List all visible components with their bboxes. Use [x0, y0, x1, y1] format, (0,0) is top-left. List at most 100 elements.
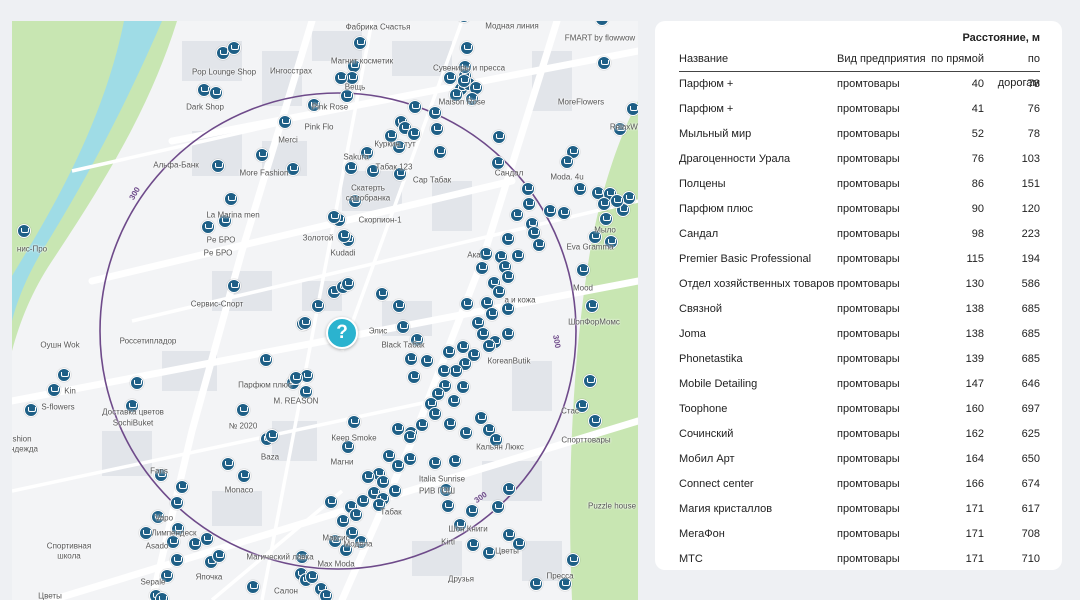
table-row[interactable]: Полцены промтовары 86 151 — [679, 172, 1040, 197]
shop-pin-icon[interactable] — [344, 161, 358, 175]
shop-pin-icon[interactable] — [227, 41, 241, 55]
shop-pin-icon[interactable] — [259, 353, 273, 367]
shop-pin-icon[interactable] — [255, 148, 269, 162]
shop-pin-icon[interactable] — [588, 414, 602, 428]
table-row[interactable]: Парфюм + промтовары 40 78 — [679, 72, 1040, 97]
shop-pin-icon[interactable] — [543, 204, 557, 218]
shop-pin-icon[interactable] — [443, 417, 457, 431]
shop-pin-icon[interactable] — [576, 263, 590, 277]
shop-pin-icon[interactable] — [457, 74, 471, 88]
shop-pin-icon[interactable] — [224, 192, 238, 206]
shop-pin-icon[interactable] — [305, 570, 319, 584]
shop-pin-icon[interactable] — [392, 299, 406, 313]
shop-pin-icon[interactable] — [437, 364, 451, 378]
shop-pin-icon[interactable] — [585, 299, 599, 313]
shop-pin-icon[interactable] — [428, 456, 442, 470]
shop-pin-icon[interactable] — [573, 182, 587, 196]
shop-pin-icon[interactable] — [501, 327, 515, 341]
shop-pin-icon[interactable] — [382, 449, 396, 463]
shop-pin-icon[interactable] — [341, 277, 355, 291]
table-row[interactable]: Connect center промтовары 166 674 — [679, 472, 1040, 497]
shop-pin-icon[interactable] — [388, 484, 402, 498]
shop-pin-icon[interactable] — [375, 287, 389, 301]
shop-pin-icon[interactable] — [459, 426, 473, 440]
shop-pin-icon[interactable] — [361, 470, 375, 484]
shop-pin-icon[interactable] — [347, 415, 361, 429]
table-row[interactable]: МТС промтовары 171 710 — [679, 547, 1040, 572]
shop-pin-icon[interactable] — [407, 370, 421, 384]
shop-pin-icon[interactable] — [428, 407, 442, 421]
shop-pin-icon[interactable] — [201, 220, 215, 234]
shop-pin-icon[interactable] — [319, 589, 333, 600]
shop-pin-icon[interactable] — [327, 210, 341, 224]
shop-pin-icon[interactable] — [130, 376, 144, 390]
table-row[interactable]: Парфюм плюс промтовары 90 120 — [679, 197, 1040, 222]
shop-pin-icon[interactable] — [430, 122, 444, 136]
shop-pin-icon[interactable] — [482, 546, 496, 560]
shop-pin-icon[interactable] — [460, 297, 474, 311]
shop-pin-icon[interactable] — [479, 247, 493, 261]
col-straight-header[interactable]: по прямой — [929, 47, 984, 71]
shop-pin-icon[interactable] — [170, 496, 184, 510]
shop-pin-icon[interactable] — [155, 592, 169, 600]
shop-pin-icon[interactable] — [610, 194, 624, 208]
shop-pin-icon[interactable] — [47, 383, 61, 397]
shop-pin-icon[interactable] — [597, 197, 611, 211]
table-row[interactable]: МегаФон промтовары 171 708 — [679, 522, 1040, 547]
shop-pin-icon[interactable] — [501, 270, 515, 284]
shop-pin-icon[interactable] — [566, 553, 580, 567]
shop-pin-icon[interactable] — [404, 352, 418, 366]
shop-pin-icon[interactable] — [433, 145, 447, 159]
shop-pin-icon[interactable] — [447, 394, 461, 408]
shop-pin-icon[interactable] — [502, 482, 516, 496]
shop-pin-icon[interactable] — [485, 307, 499, 321]
shop-pin-icon[interactable] — [278, 115, 292, 129]
shop-pin-icon[interactable] — [491, 500, 505, 514]
shop-pin-icon[interactable] — [209, 86, 223, 100]
shop-pin-icon[interactable] — [420, 354, 434, 368]
shop-pin-icon[interactable] — [511, 249, 525, 263]
col-name-header[interactable]: Название — [679, 47, 837, 71]
shop-pin-icon[interactable] — [557, 206, 571, 220]
col-road-header[interactable]: по дорогам — [984, 47, 1040, 89]
shop-pin-icon[interactable] — [456, 340, 470, 354]
shop-pin-icon[interactable] — [237, 469, 251, 483]
shop-pin-icon[interactable] — [448, 454, 462, 468]
shop-pin-icon[interactable] — [17, 224, 31, 238]
table-row[interactable]: Toophone промтовары 160 697 — [679, 397, 1040, 422]
shop-pin-icon[interactable] — [403, 452, 417, 466]
shop-pin-icon[interactable] — [211, 159, 225, 173]
shop-pin-icon[interactable] — [475, 261, 489, 275]
table-row[interactable]: Отдел хозяйственных товаров промтовары 130… — [679, 272, 1040, 297]
shop-pin-icon[interactable] — [441, 499, 455, 513]
table-row[interactable]: Парфюм + промтовары 41 76 — [679, 97, 1040, 122]
table-row[interactable]: Магия кристаллов промтовары 171 617 — [679, 497, 1040, 522]
shop-pin-icon[interactable] — [521, 182, 535, 196]
shop-pin-icon[interactable] — [170, 553, 184, 567]
shop-pin-icon[interactable] — [396, 320, 410, 334]
shop-pin-icon[interactable] — [492, 130, 506, 144]
shop-pin-icon[interactable] — [324, 495, 338, 509]
shop-pin-icon[interactable] — [466, 538, 480, 552]
shop-pin-icon[interactable] — [356, 494, 370, 508]
shop-pin-icon[interactable] — [626, 102, 638, 116]
table-row[interactable]: Драгоценности Урала промтовары 76 103 — [679, 147, 1040, 172]
shop-pin-icon[interactable] — [353, 36, 367, 50]
table-row[interactable]: Связной промтовары 138 685 — [679, 297, 1040, 322]
shop-pin-icon[interactable] — [449, 364, 463, 378]
shop-pin-icon[interactable] — [501, 232, 515, 246]
shop-pin-icon[interactable] — [175, 480, 189, 494]
shop-pin-icon[interactable] — [522, 197, 536, 211]
shop-pin-icon[interactable] — [529, 577, 543, 591]
shop-pin-icon[interactable] — [465, 504, 479, 518]
shop-pin-icon[interactable] — [622, 191, 636, 205]
shop-pin-icon[interactable] — [599, 212, 613, 226]
shop-pin-icon[interactable] — [200, 532, 214, 546]
shop-pin-icon[interactable] — [265, 429, 279, 443]
shop-pin-icon[interactable] — [597, 56, 611, 70]
table-row[interactable]: Mobile Detailing промтовары 147 646 — [679, 372, 1040, 397]
shop-pin-icon[interactable] — [221, 457, 235, 471]
shop-pin-icon[interactable] — [311, 299, 325, 313]
shop-pin-icon[interactable] — [560, 155, 574, 169]
col-type-header[interactable]: Вид предприятия — [837, 47, 929, 71]
